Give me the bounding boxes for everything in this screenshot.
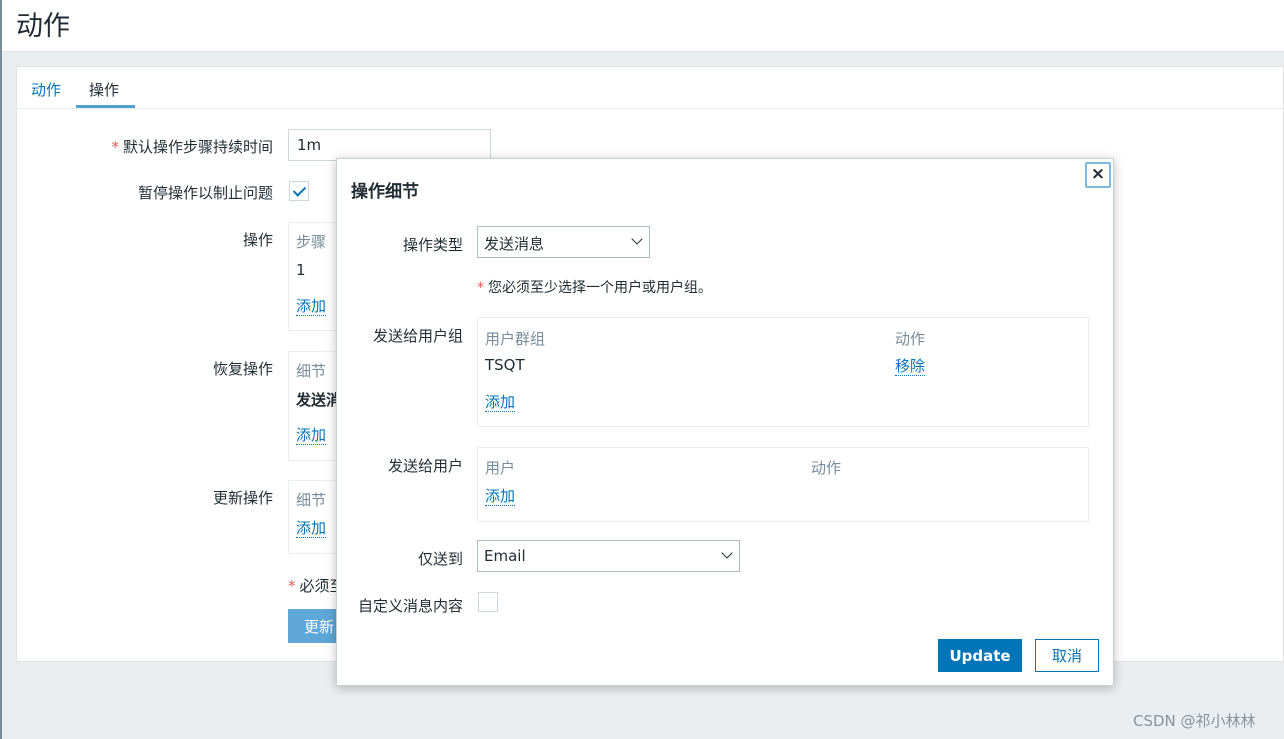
cancel-button[interactable]: 取消 (1035, 639, 1099, 672)
chevron-down-icon (631, 233, 643, 245)
chevron-down-icon (721, 547, 733, 559)
operation-type-label: 操作类型 (402, 236, 463, 254)
users-col-action: 动作 (811, 459, 842, 477)
send-only-to-select[interactable]: Email (477, 540, 740, 572)
dialog-required-note: * 您必须至少选择一个用户或用户组。 (477, 280, 712, 296)
dialog-title: 操作细节 (351, 182, 419, 202)
send-to-user-groups-label: 发送给用户组 (372, 327, 463, 345)
remove-user-group-link[interactable]: 移除 (895, 357, 926, 376)
user-group-name: TSQT (485, 356, 525, 374)
send-to-users-label: 发送给用户 (387, 457, 463, 475)
close-icon[interactable]: × (1085, 162, 1111, 188)
user-groups-table: 用户群组 动作 TSQT 移除 添加 (477, 317, 1089, 427)
operation-type-select[interactable]: 发送消息 (477, 226, 650, 258)
send-only-to-value: Email (484, 547, 526, 565)
operation-type-value: 发送消息 (484, 235, 545, 253)
users-col-name: 用户 (485, 459, 516, 477)
update-button[interactable]: Update (938, 639, 1022, 672)
operation-details-dialog: 操作细节 × 操作类型 发送消息 * 您必须至少选择一个用户或用户组。 发送给用户… (336, 158, 1114, 686)
send-only-to-label: 仅送到 (417, 550, 463, 568)
user-groups-col-action: 动作 (895, 330, 926, 348)
add-user-link[interactable]: 添加 (485, 487, 516, 506)
custom-message-checkbox[interactable] (478, 592, 498, 612)
users-table: 用户 动作 添加 (477, 447, 1089, 522)
custom-message-label: 自定义消息内容 (357, 597, 463, 615)
add-user-group-link[interactable]: 添加 (485, 393, 516, 412)
watermark: CSDN @祁小林林 (1133, 712, 1256, 730)
user-groups-col-name: 用户群组 (485, 330, 546, 348)
